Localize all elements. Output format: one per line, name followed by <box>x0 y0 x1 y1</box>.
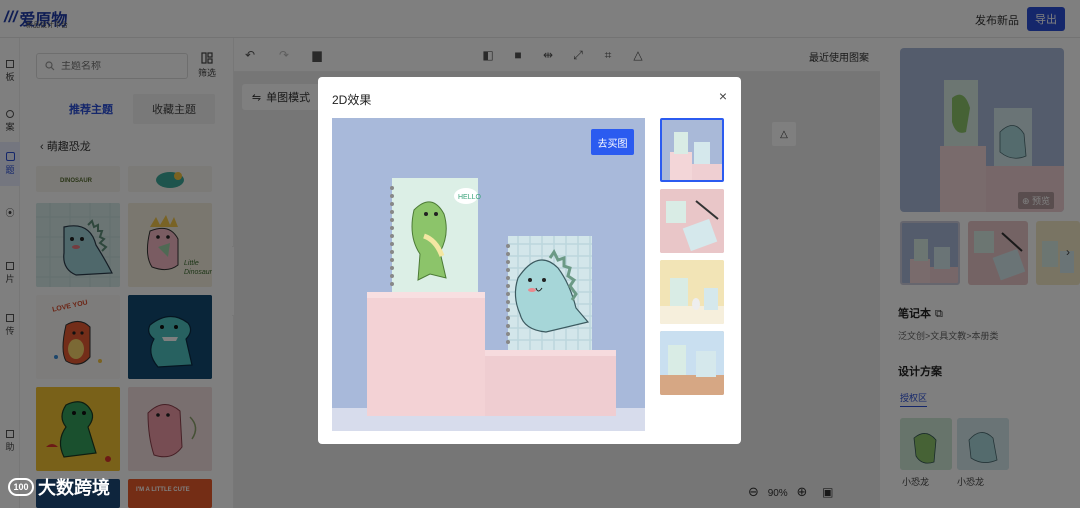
close-icon[interactable]: × <box>716 89 730 103</box>
modal-title: 2D效果 <box>332 93 372 107</box>
scene-icon <box>660 331 724 395</box>
scene-thumb[interactable] <box>660 260 724 324</box>
buy-image-button[interactable]: 去买图 <box>591 129 634 155</box>
notebook-mockup-image: HELLO <box>332 118 645 431</box>
scene-thumb-selected[interactable] <box>660 118 724 182</box>
scene-icon <box>660 260 724 324</box>
mockup-preview: HELLO <box>332 118 645 431</box>
scene-icon <box>662 120 722 180</box>
watermark-text: 大数跨境 <box>38 478 110 498</box>
scene-icon <box>660 189 724 253</box>
effect-2d-modal: 2D效果 × HELLO 去买图 <box>318 77 741 444</box>
scene-thumb[interactable] <box>660 331 724 395</box>
scene-thumb[interactable] <box>660 189 724 253</box>
hello-text: HELLO <box>458 194 482 201</box>
watermark-badge: 100 <box>8 478 34 496</box>
watermark: 100 大数跨境 <box>8 474 110 500</box>
